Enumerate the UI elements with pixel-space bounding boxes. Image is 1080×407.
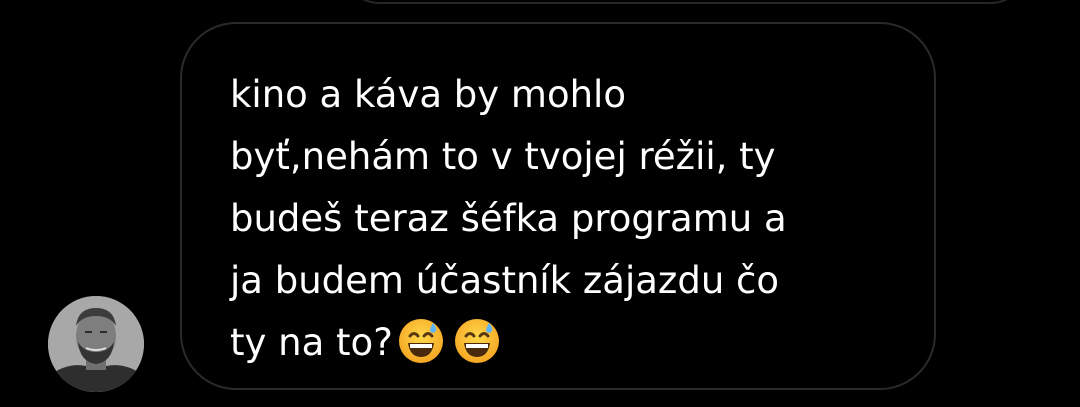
message-body: kino a káva by mohlo byť,nehám to v tvoj… [230,73,787,364]
sender-avatar[interactable] [48,296,144,392]
grinning-face-with-sweat-icon [397,317,445,365]
previous-message-bubble[interactable] [340,0,1030,4]
grinning-face-with-sweat-icon [453,317,501,365]
profile-photo-icon [48,296,144,392]
emoji-group [397,317,501,365]
message-text: kino a káva by mohlo byť,nehám to v tvoj… [230,64,910,374]
received-message-bubble[interactable]: kino a káva by mohlo byť,nehám to v tvoj… [180,22,936,390]
